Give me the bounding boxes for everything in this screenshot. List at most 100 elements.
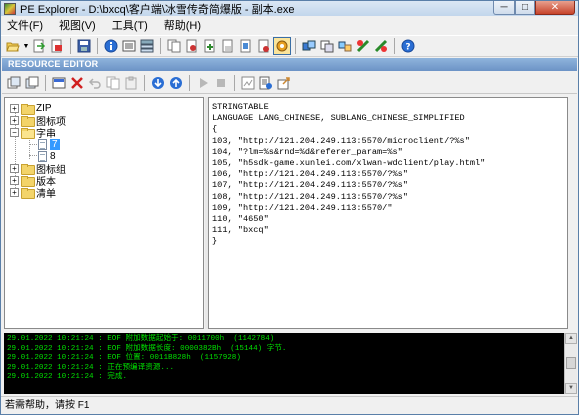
resource-tree[interactable]: + ZIP + 图标项 − 字串 7 8 + 图标组 + 版本 + 清单: [4, 97, 204, 329]
scroll-down-icon[interactable]: ▼: [565, 383, 577, 394]
editor-line: LANGUAGE LANG_CHINESE, SUBLANG_CHINESE_S…: [212, 113, 465, 124]
tree-item-string-table[interactable]: − 字串: [10, 127, 56, 140]
folder-icon: [21, 164, 35, 175]
delete-resource-icon[interactable]: [220, 38, 236, 54]
editor-line: 105, "h5sdk-game.xunlei.com/xlwan-wdclie…: [212, 158, 486, 169]
options-icon[interactable]: [319, 38, 335, 54]
resource-text-editor[interactable]: STRINGTABLE LANGUAGE LANG_CHINESE, SUBLAN…: [208, 97, 568, 329]
disassembler-icon[interactable]: [238, 38, 254, 54]
minimize-button[interactable]: ─: [493, 1, 515, 15]
paste-icon[interactable]: [123, 75, 139, 91]
expand-icon[interactable]: +: [10, 116, 19, 125]
move-up-icon[interactable]: [168, 75, 184, 91]
tree-item-label: 清单: [36, 189, 56, 200]
delete-icon[interactable]: [69, 75, 85, 91]
app-logo-icon: [4, 2, 16, 15]
toolbar-separator: [144, 74, 145, 91]
folder-icon: [21, 188, 35, 199]
resources-icon[interactable]: [184, 38, 200, 54]
resource-editor-header: RESOURCE EDITOR: [2, 58, 577, 71]
log-line: 29.01.2022 10:21:24 : 正在预编译资源...: [7, 363, 175, 372]
scroll-thumb[interactable]: [566, 357, 576, 369]
sections-icon[interactable]: [139, 38, 155, 54]
editor-line: }: [212, 236, 218, 247]
resource-editor-toolbar: [2, 72, 577, 94]
copy-icon[interactable]: [166, 38, 182, 54]
scroll-up-icon[interactable]: ▲: [565, 333, 577, 344]
plugins-icon[interactable]: [337, 38, 353, 54]
open-folder-icon[interactable]: [5, 38, 21, 54]
editor-line: 108, "http://121.204.249.113:5570/?%s": [212, 191, 408, 202]
collapse-icon[interactable]: −: [10, 128, 19, 137]
headers-icon[interactable]: [121, 38, 137, 54]
editor-line: STRINGTABLE: [212, 102, 269, 112]
log-scrollbar[interactable]: ▲ ▼: [564, 333, 577, 394]
toolbar-separator: [160, 38, 161, 54]
info-icon[interactable]: [103, 38, 119, 54]
editor-line: {: [212, 124, 218, 135]
tools-icon[interactable]: [301, 38, 317, 54]
export-icon[interactable]: [31, 38, 47, 54]
move-down-icon[interactable]: [150, 75, 166, 91]
window-title: PE Explorer - D:\bxcq\客户端\冰雪传奇简爆版 - 副本.e…: [20, 3, 295, 16]
toolbar-separator: [70, 38, 71, 54]
expand-icon[interactable]: +: [10, 188, 19, 197]
menu-view[interactable]: 视图(V): [51, 17, 104, 35]
svg-text:?: ?: [405, 43, 410, 53]
expand-icon[interactable]: +: [10, 176, 19, 185]
log-line: 29.01.2022 10:21:24 : EOF 位置: 0011B828h …: [7, 354, 241, 363]
editor-line: 103, "http://121.204.249.113:5570/microc…: [212, 135, 470, 146]
editor-line: 107, "http://121.204.249.113:5570/?%s": [212, 180, 408, 191]
copy-resource-icon[interactable]: [105, 75, 121, 91]
tree-item-string-7[interactable]: 7: [38, 139, 60, 150]
toolbar-separator: [234, 74, 235, 91]
editor-margin: [568, 97, 578, 329]
toolbar-separator: [394, 38, 395, 54]
resource-editor-icon[interactable]: [273, 37, 291, 55]
maximize-button[interactable]: □: [515, 1, 535, 15]
play-icon[interactable]: [195, 75, 211, 91]
app-window: PE Explorer - D:\bxcq\客户端\冰雪传奇简爆版 - 副本.e…: [0, 0, 579, 415]
log-line: 29.01.2022 10:21:24 : EOF 附加数据长度: 000038…: [7, 344, 287, 353]
menu-help[interactable]: 帮助(H): [156, 17, 209, 35]
resource-properties-icon[interactable]: [258, 75, 274, 91]
pdf-icon[interactable]: [49, 38, 65, 54]
tree-item-label: 7: [50, 139, 60, 150]
window-controls: ─ □ ✕: [493, 1, 575, 16]
add-resource-icon[interactable]: [202, 38, 218, 54]
checklist-icon[interactable]: [373, 38, 389, 54]
close-button[interactable]: ✕: [535, 1, 575, 15]
stop-icon[interactable]: [213, 75, 229, 91]
expand-icon[interactable]: +: [10, 104, 19, 113]
tree-item-label: 字串: [36, 129, 56, 140]
resource-save-icon[interactable]: [6, 75, 22, 91]
save-icon[interactable]: [76, 38, 92, 54]
menu-bar: 文件(F) 视图(V) 工具(T) 帮助(H): [1, 17, 578, 35]
tree-connector: [29, 155, 37, 156]
main-toolbar: ▼ ?: [1, 35, 578, 57]
log-line: 29.01.2022 10:21:24 : 完成.: [7, 373, 127, 382]
folder-icon: [21, 104, 35, 115]
title-bar[interactable]: PE Explorer - D:\bxcq\客户端\冰雪传奇简爆版 - 副本.e…: [1, 1, 578, 16]
dependency-icon[interactable]: [256, 38, 272, 54]
log-line: 29.01.2022 10:21:24 : EOF 附加数据起始于: 00117…: [7, 335, 275, 343]
menu-tools[interactable]: 工具(T): [104, 17, 156, 35]
resource-info-icon[interactable]: [240, 75, 256, 91]
expand-icon[interactable]: +: [10, 164, 19, 173]
log-output[interactable]: 29.01.2022 10:21:24 : EOF 附加数据起始于: 00117…: [4, 333, 564, 394]
folder-icon: [21, 176, 35, 187]
folder-icon: [21, 116, 35, 127]
tree-item-manifest[interactable]: + 清单: [10, 187, 56, 200]
help-icon[interactable]: ?: [400, 38, 416, 54]
menu-file[interactable]: 文件(F): [1, 17, 51, 35]
toolbar-separator: [189, 74, 190, 91]
document-icon: [38, 139, 47, 150]
resource-export-icon[interactable]: [276, 75, 292, 91]
undo-icon[interactable]: [87, 75, 103, 91]
settings-icon[interactable]: [355, 38, 371, 54]
resource-load-icon[interactable]: [24, 75, 40, 91]
status-bar: 若需帮助，请按 F1: [1, 396, 578, 414]
dropdown-arrow-icon[interactable]: ▼: [23, 38, 30, 54]
edit-resource-icon[interactable]: [51, 75, 67, 91]
toolbar-separator: [97, 38, 98, 54]
